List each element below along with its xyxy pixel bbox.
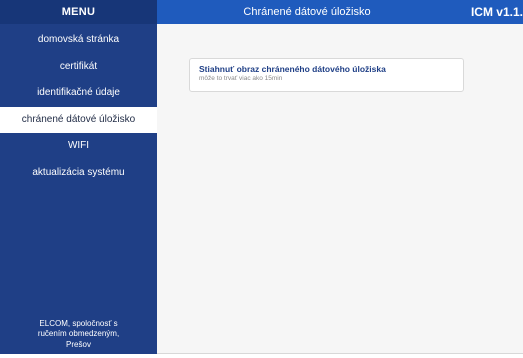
content-area: Stiahnuť obraz chráneného dátového úloži… bbox=[157, 24, 523, 354]
card-title: Stiahnuť obraz chráneného dátového úloži… bbox=[199, 64, 386, 74]
version-label: ICM v1.1. bbox=[470, 5, 523, 19]
page-title: Chránené dátové úložisko bbox=[243, 6, 371, 18]
footer-line: ručením obmedzeným, bbox=[37, 329, 120, 338]
footer-line: ELCOM, spoločnosť s bbox=[39, 318, 118, 328]
sidebar-item-system-update[interactable]: aktualizácia systému bbox=[0, 160, 157, 187]
sidebar-item-wifi[interactable]: WIFI bbox=[0, 133, 157, 160]
footer-line: Prešov bbox=[66, 339, 91, 349]
sidebar-item-home[interactable]: domovská stránka bbox=[0, 27, 157, 54]
top-bar: Chránené dátové úložisko ICM v1.1. bbox=[157, 0, 523, 24]
app-window: MENU domovská stránka certifikát identif… bbox=[0, 0, 523, 358]
sidebar-item-identification[interactable]: identifikačné údaje bbox=[0, 80, 157, 107]
download-storage-image-button[interactable]: Stiahnuť obraz chráneného dátového úloži… bbox=[189, 58, 464, 92]
card-subtitle: môže to trvať viac ako 15min bbox=[199, 75, 283, 82]
sidebar-item-certificate[interactable]: certifikát bbox=[0, 54, 157, 81]
menu-list: domovská stránka certifikát identifikačn… bbox=[0, 27, 157, 186]
sidebar: MENU domovská stránka certifikát identif… bbox=[0, 0, 157, 354]
menu-header: MENU bbox=[0, 0, 157, 24]
sidebar-item-protected-storage[interactable]: chránené dátové úložisko bbox=[0, 106, 157, 133]
company-footer: ELCOM, spoločnosť s ručením obmedzeným, … bbox=[0, 319, 157, 351]
